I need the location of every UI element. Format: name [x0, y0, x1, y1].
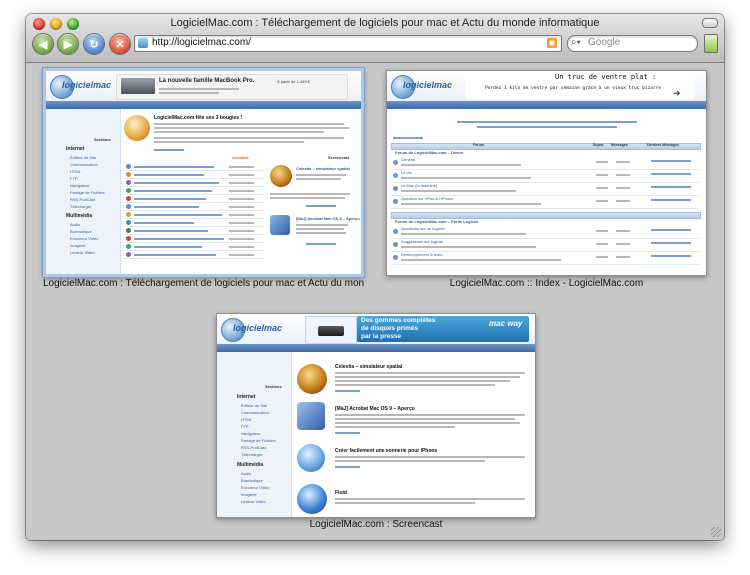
site-logo: logicielmac: [221, 318, 287, 342]
laptop-icon: [121, 78, 155, 94]
ad-banner[interactable]: La nouvelle famille MacBook Pro. À parti…: [116, 74, 348, 100]
ad-banner[interactable]: Des gommes complètes de disques primés p…: [357, 316, 529, 342]
site-header: logicielmac Un truc de ventre plat : Per…: [387, 71, 706, 101]
title-bar[interactable]: LogicielMac.com : Téléchargement de logi…: [26, 14, 724, 63]
address-text[interactable]: http://logicielmac.com/: [152, 37, 251, 48]
forward-button[interactable]: ▶: [57, 33, 79, 55]
news-row[interactable]: [124, 251, 264, 259]
site-sidebar: Sections Internet Éditeur de Site Commun…: [46, 109, 121, 274]
acrobat-app-icon: [297, 402, 325, 430]
site-header: logicielmac Des gommes complètes de disq…: [217, 314, 535, 344]
site-sidebar: Sections Internet Éditeur de Site Commun…: [217, 352, 292, 517]
back-button[interactable]: ◀: [32, 33, 54, 55]
news-row[interactable]: [124, 203, 264, 211]
site-logo: logicielmac: [50, 75, 116, 99]
forum-row[interactable]: Question sur l'iPod & l'iPhone: [391, 196, 699, 209]
forum-row[interactable]: La vie: [391, 170, 699, 183]
forum-row[interactable]: Questions sur un logiciel: [391, 226, 699, 239]
acrobat-app-icon: [270, 215, 290, 235]
arrow-left-icon: ◀: [38, 38, 48, 51]
tab-thumbnail-3[interactable]: logicielmac Des gommes complètes de disq…: [216, 313, 536, 518]
site-nav[interactable]: [46, 101, 361, 109]
search-field[interactable]: ⌕▾ Google: [567, 35, 698, 52]
arrow-right-icon: ➜: [673, 88, 681, 98]
reload-button[interactable]: ↻: [83, 33, 105, 55]
fluid-globe-icon: [297, 484, 327, 514]
news-row[interactable]: [124, 227, 264, 235]
stop-button[interactable]: ✕: [109, 33, 131, 55]
ad-banner[interactable]: Un truc de ventre plat : Perdez 1 kilo d…: [465, 73, 695, 99]
address-bar[interactable]: http://logicielmac.com/ ◉: [134, 35, 562, 52]
forum-row[interactable]: Suggestions sur logiciel: [391, 239, 699, 252]
search-icon[interactable]: ⌕▾: [571, 37, 581, 48]
forum-row[interactable]: Le Mac (la machine): [391, 183, 699, 196]
news-row[interactable]: [124, 171, 264, 179]
tab-caption-3[interactable]: LogicielMac.com : Screencast: [216, 519, 536, 530]
close-window-button[interactable]: [33, 18, 45, 30]
forum-section-bar: [391, 212, 701, 219]
music-note-icon: [297, 444, 325, 472]
news-row[interactable]: [124, 243, 264, 251]
browser-window: LogicielMac.com : Téléchargement de logi…: [26, 14, 724, 540]
hard-drive-icon: [318, 326, 344, 336]
news-row[interactable]: [124, 195, 264, 203]
favicon-icon: [138, 38, 148, 48]
hard-drive-ad[interactable]: [305, 316, 357, 344]
news-row[interactable]: [124, 179, 264, 187]
zoom-window-button[interactable]: [67, 18, 79, 30]
news-row[interactable]: [124, 187, 264, 195]
celestia-planet-icon: [297, 364, 327, 394]
tab-caption-2[interactable]: LogicielMac.com :: Index - LogicielMac.c…: [386, 278, 707, 289]
news-row[interactable]: [124, 219, 264, 227]
arrow-right-icon: ▶: [63, 38, 73, 51]
minimize-window-button[interactable]: [50, 18, 62, 30]
resize-grip[interactable]: [711, 527, 721, 537]
toolbar-toggle-button[interactable]: [702, 18, 718, 28]
tab-thumbnail-1[interactable]: logicielmac La nouvelle famille MacBook …: [43, 68, 364, 277]
forum-row[interactable]: Général: [391, 157, 699, 170]
window-title: LogicielMac.com : Téléchargement de logi…: [170, 17, 600, 29]
site-header: logicielmac La nouvelle famille MacBook …: [46, 71, 361, 101]
news-row[interactable]: [124, 163, 264, 171]
site-logo: logicielmac: [391, 75, 457, 99]
tab-caption-1[interactable]: LogicielMac.com : Téléchargement de logi…: [43, 278, 364, 289]
bookmark-button[interactable]: [704, 34, 718, 53]
birthday-cake-icon: [124, 115, 150, 141]
news-row[interactable]: [124, 235, 264, 243]
stop-icon: ✕: [115, 38, 125, 51]
forum-row[interactable]: Développement & tests: [391, 252, 699, 265]
tab-overview: logicielmac La nouvelle famille MacBook …: [26, 63, 724, 540]
news-row[interactable]: [124, 211, 264, 219]
rss-icon[interactable]: ◉: [547, 38, 557, 48]
search-placeholder: Google: [588, 37, 621, 48]
site-nav[interactable]: [387, 101, 706, 109]
site-nav[interactable]: [217, 344, 535, 352]
reload-icon: ↻: [89, 38, 99, 51]
tab-thumbnail-2[interactable]: logicielmac Un truc de ventre plat : Per…: [386, 70, 707, 276]
celestia-planet-icon: [270, 165, 292, 187]
